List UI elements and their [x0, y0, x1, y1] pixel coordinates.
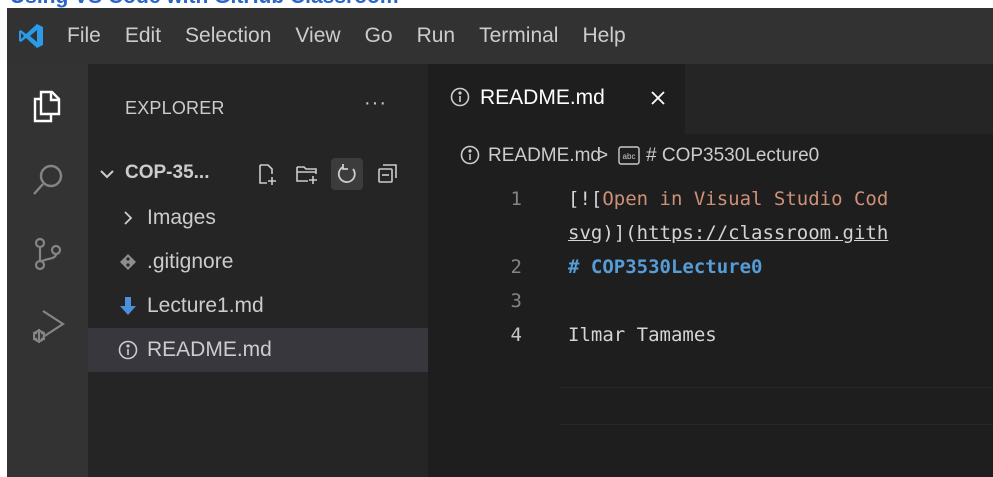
info-icon [117, 339, 139, 361]
code-token: [![ [568, 188, 603, 210]
tree-item-label: Lecture1.md [147, 294, 264, 317]
chevron-right-icon [117, 207, 139, 229]
chevron-down-icon [97, 164, 117, 184]
tab-bar: README.md [428, 64, 993, 134]
tree-item-label: .gitignore [147, 250, 234, 273]
line-number: 4 [510, 324, 522, 346]
tree-item-readme[interactable]: README.md [88, 328, 428, 372]
breadcrumb-heading[interactable]: # COP3530Lecture0 [646, 145, 819, 167]
workspace-folder-name: COP-35... [125, 162, 210, 183]
tree-item-images[interactable]: Images [88, 196, 428, 240]
breadcrumb-separator: > [597, 145, 609, 166]
git-diamond-icon [117, 251, 139, 273]
svg-text:abc: abc [623, 152, 636, 161]
menu-view[interactable]: View [283, 8, 352, 64]
tab-readme[interactable]: README.md [428, 64, 685, 134]
tree-item-label: Images [147, 206, 216, 229]
code-token: https://classroom.gith [636, 222, 889, 244]
vscode-window: File Edit Selection View Go Run Terminal… [7, 8, 993, 477]
new-folder-icon[interactable] [291, 158, 323, 190]
code-line: # COP3530Lecture0 [568, 256, 763, 278]
line-number: 1 [510, 188, 522, 210]
menu-file[interactable]: File [55, 8, 113, 64]
source-control-icon[interactable] [7, 218, 88, 290]
line-number: 2 [510, 256, 522, 278]
activity-bar [7, 64, 88, 477]
tree-item-label: README.md [147, 338, 272, 361]
top-strip: Using VS Code with GitHub Classroom [0, 0, 993, 8]
code-token: Open in Visual Studio Cod [602, 188, 889, 210]
explorer-icon[interactable] [7, 70, 88, 142]
line-number: 3 [510, 290, 522, 312]
code-editor[interactable]: 1 [![Open in Visual Studio Cod svg)](htt… [428, 178, 993, 477]
workspace-folder-row[interactable]: COP-35... [88, 154, 428, 194]
tab-label: README.md [480, 86, 605, 109]
breadcrumb: README.md > abc # COP3530Lecture0 [428, 134, 993, 178]
menu-bar: File Edit Selection View Go Run Terminal… [7, 8, 993, 64]
code-token: svg [568, 222, 603, 244]
explorer-sidebar: EXPLORER ··· COP-35... Images .gitignore… [88, 64, 428, 477]
top-strip-text: Using VS Code with GitHub Classroom [10, 0, 399, 8]
search-icon[interactable] [7, 144, 88, 216]
info-icon [450, 87, 470, 113]
menu-terminal[interactable]: Terminal [467, 8, 570, 64]
tree-item-lecture1[interactable]: Lecture1.md [88, 284, 428, 328]
menu-selection[interactable]: Selection [173, 8, 283, 64]
markdown-arrow-icon [117, 295, 139, 317]
tree-item-gitignore[interactable]: .gitignore [88, 240, 428, 284]
menu-go[interactable]: Go [353, 8, 405, 64]
breadcrumb-file[interactable]: README.md [488, 145, 601, 167]
code-line: [![Open in Visual Studio Cod [568, 188, 888, 210]
refresh-icon[interactable] [331, 158, 363, 190]
info-icon [460, 145, 480, 171]
string-symbol-icon: abc [618, 146, 640, 165]
collapse-all-icon[interactable] [371, 158, 403, 190]
menu-help[interactable]: Help [570, 8, 637, 64]
menu-run[interactable]: Run [405, 8, 468, 64]
current-line-highlight [559, 387, 993, 425]
close-icon[interactable] [647, 87, 669, 109]
explorer-title: EXPLORER [125, 98, 225, 118]
more-actions-icon[interactable]: ··· [364, 92, 387, 115]
code-line: Ilmar Tamames [568, 324, 717, 346]
run-debug-icon[interactable] [7, 290, 88, 362]
editor-area: README.md README.md > abc # COP3530Lectu… [428, 64, 993, 477]
menu-edit[interactable]: Edit [113, 8, 173, 64]
code-token: )]( [602, 222, 637, 244]
vscode-logo-icon [7, 8, 55, 64]
code-line: svg)](https://classroom.gith [568, 222, 888, 244]
new-file-icon[interactable] [251, 158, 283, 190]
